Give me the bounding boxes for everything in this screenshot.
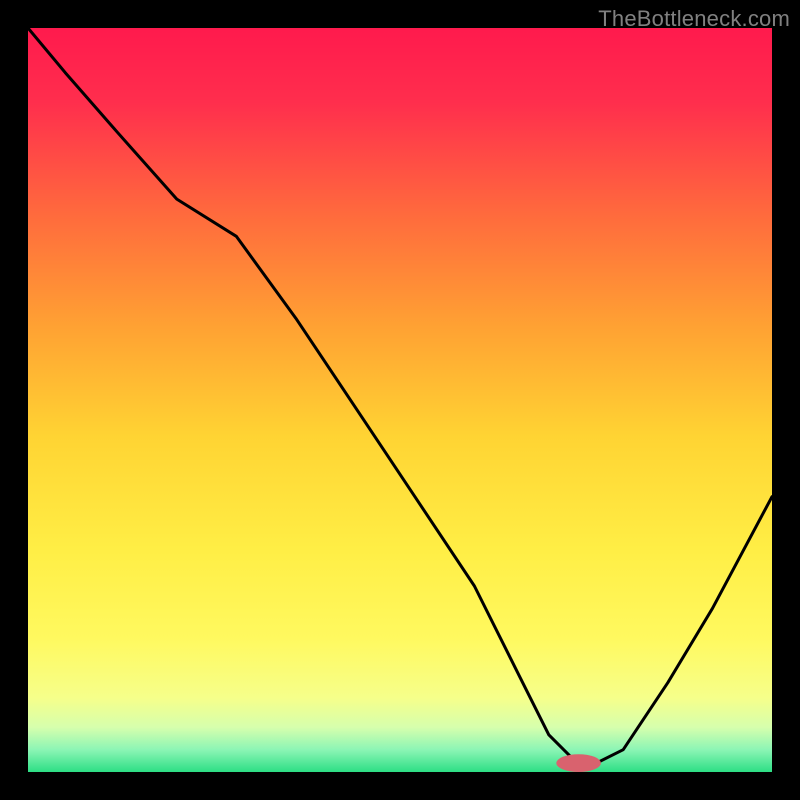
optimal-marker: [556, 754, 601, 772]
chart-frame: TheBottleneck.com: [0, 0, 800, 800]
plot-svg: [28, 28, 772, 772]
plot-area: [28, 28, 772, 772]
gradient-background: [28, 28, 772, 772]
